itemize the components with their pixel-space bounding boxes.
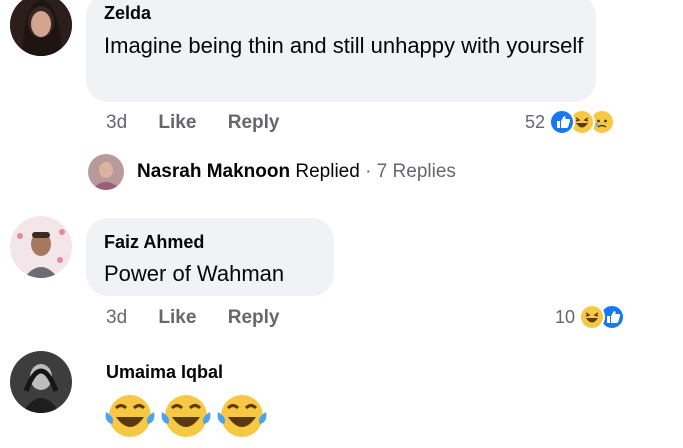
laughing-crying-emoji [104,392,156,445]
profile-photo-icon [10,0,72,56]
reply-button[interactable]: Reply [228,307,280,329]
comment-timestamp[interactable]: 3d [106,112,127,134]
comment-actions: 3d Like Reply [106,307,305,329]
reply-author: Nasrah Maknoon [137,161,291,182]
comment-actions: 3d Like Reply [106,112,305,134]
avatar-faiz[interactable] [10,216,72,278]
reaction-count: 52 [525,111,546,132]
like-button[interactable]: Like [158,307,196,329]
comment-author[interactable]: Faiz Ahmed [104,232,204,253]
reaction-summary[interactable]: 52 [525,109,616,135]
comment-text: Imagine being thin and still unhappy wit… [104,33,584,58]
laughing-crying-emoji [160,392,212,445]
comment-emoji-row [104,392,268,445]
avatar-nasrah[interactable] [88,154,124,190]
reaction-summary[interactable]: 10 [555,304,626,330]
profile-photo-icon [10,351,72,413]
comment-author[interactable]: Umaima Iqbal [106,362,223,383]
comment-text: Power of Wahman [104,261,285,286]
like-button[interactable]: Like [158,112,196,134]
replied-label: Replied [295,161,360,182]
reply-count: 7 Replies [376,161,456,182]
separator: · [365,161,372,182]
profile-photo-icon [88,154,124,190]
laughing-crying-emoji [216,392,268,445]
like-icon [549,109,576,135]
avatar-zelda[interactable] [10,0,72,56]
haha-icon [579,304,606,330]
reply-button[interactable]: Reply [228,112,280,134]
avatar-umaima[interactable] [10,351,72,413]
comment-bubble: Zelda Imagine being thin and still unhap… [86,0,596,102]
comment-timestamp[interactable]: 3d [106,307,127,329]
profile-photo-icon [10,216,72,278]
comment-bubble: Faiz Ahmed Power of Wahman [86,218,334,296]
comment-author[interactable]: Zelda [104,3,151,24]
reaction-count: 10 [555,306,576,327]
view-replies-link[interactable]: Nasrah Maknoon Replied · 7 Replies [137,161,456,183]
